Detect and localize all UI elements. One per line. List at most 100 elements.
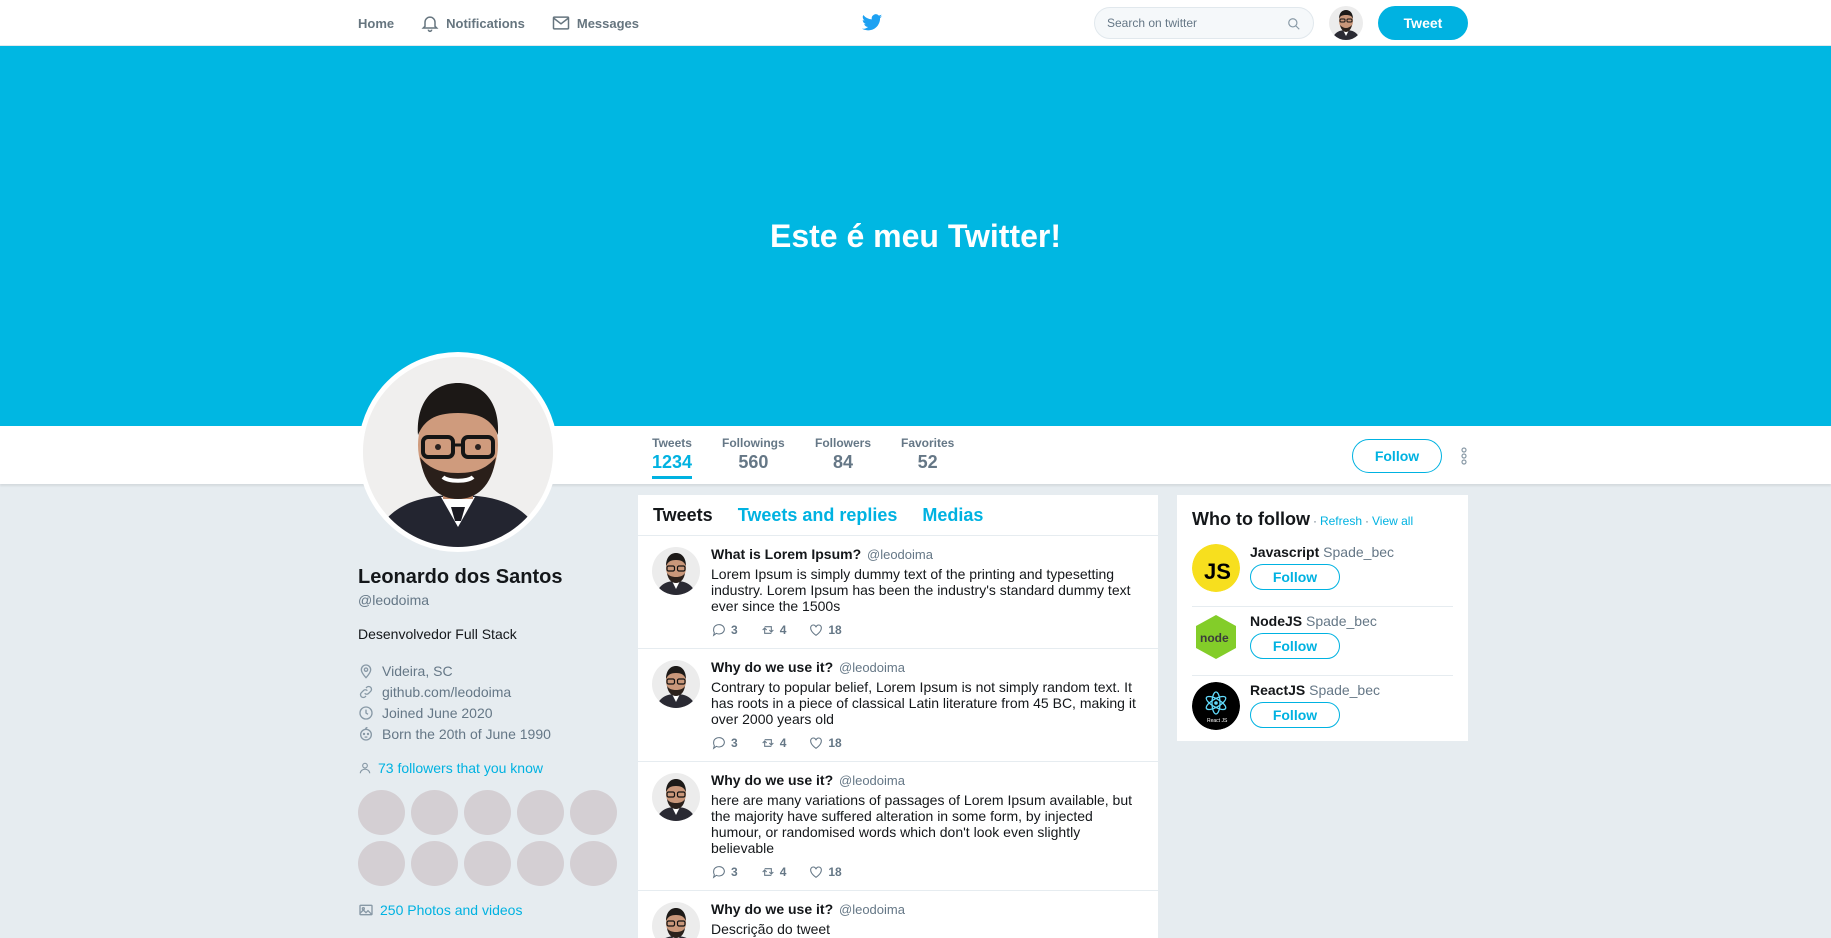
suggestion-follow-button[interactable]: Follow bbox=[1250, 633, 1340, 659]
tweet-user[interactable]: @leodoima bbox=[867, 547, 933, 562]
tweet-avatar[interactable] bbox=[652, 773, 700, 821]
who-to-follow-list: JS Javascript Spade_bec Follow node Node… bbox=[1192, 538, 1453, 745]
stat-followings[interactable]: Followings 560 bbox=[722, 436, 785, 473]
like-button[interactable]: 18 bbox=[808, 622, 842, 638]
follower-avatar[interactable] bbox=[517, 841, 564, 886]
photos-and-videos-link[interactable]: 250 Photos and videos bbox=[358, 902, 618, 918]
nav-avatar[interactable] bbox=[1329, 6, 1363, 40]
javascript-logo-icon[interactable]: JS bbox=[1192, 544, 1240, 592]
profile-joined: Joined June 2020 bbox=[358, 702, 618, 723]
tweet-item[interactable]: Why do we use it? @leodoima here are many… bbox=[638, 762, 1158, 891]
like-button[interactable]: 18 bbox=[808, 735, 842, 751]
tweet-header: What is Lorem Ipsum? @leodoima bbox=[711, 546, 1143, 562]
tweet-user[interactable]: @leodoima bbox=[839, 660, 905, 675]
follower-avatar[interactable] bbox=[358, 841, 405, 886]
tweet-avatar-photo bbox=[652, 547, 700, 595]
suggestion-user: Spade_bec bbox=[1309, 682, 1380, 698]
follower-avatar[interactable] bbox=[358, 790, 405, 835]
reply-button[interactable]: 3 bbox=[711, 864, 738, 880]
search-icon[interactable] bbox=[1287, 17, 1301, 31]
tweet-title: Why do we use it? bbox=[711, 659, 834, 675]
retweet-button[interactable]: 4 bbox=[760, 735, 787, 751]
reply-icon bbox=[712, 737, 725, 750]
follower-avatar[interactable] bbox=[464, 841, 511, 886]
refresh-link[interactable]: Refresh bbox=[1320, 514, 1362, 528]
reply-button[interactable]: 3 bbox=[711, 735, 738, 751]
follow-button[interactable]: Follow bbox=[1352, 439, 1442, 473]
tweet-avatar[interactable] bbox=[652, 547, 700, 595]
profile-info: Leonardo dos Santos @leodoima Desenvolve… bbox=[358, 566, 618, 918]
tweet-user[interactable]: @leodoima bbox=[839, 902, 905, 917]
tweet-text: here are many variations of passages of … bbox=[711, 792, 1133, 856]
tweet-header: Why do we use it? @leodoima bbox=[711, 772, 1143, 788]
nodejs-logo-icon[interactable]: node bbox=[1192, 613, 1240, 661]
retweet-count: 4 bbox=[779, 623, 787, 637]
profile-photo bbox=[363, 357, 553, 547]
retweet-button[interactable]: 4 bbox=[760, 864, 786, 880]
like-count: 18 bbox=[828, 865, 842, 879]
tab-medias[interactable]: Medias bbox=[922, 505, 983, 526]
reply-icon bbox=[712, 866, 725, 879]
stat-favorites[interactable]: Favorites 52 bbox=[901, 436, 954, 473]
followers-you-know-text: 73 followers that you know bbox=[378, 760, 543, 776]
like-button[interactable]: 18 bbox=[808, 864, 842, 880]
tab-tweets[interactable]: Tweets bbox=[653, 505, 713, 526]
suggestion-javascript: JS Javascript Spade_bec Follow bbox=[1192, 538, 1453, 607]
nav-home[interactable]: Home bbox=[358, 16, 394, 31]
suggestion-title[interactable]: Javascript bbox=[1250, 544, 1319, 560]
stat-tweets[interactable]: Tweets 1234 bbox=[652, 436, 693, 479]
top-navbar: Home Notifications Messages Tweet bbox=[0, 0, 1831, 46]
follower-avatar[interactable] bbox=[570, 841, 617, 886]
stat-followings-value: 560 bbox=[738, 452, 769, 472]
tweet-item[interactable]: Why do we use it? @leodoima Descrição do … bbox=[638, 891, 1158, 938]
profile-website-text: github.com/leodoima bbox=[382, 683, 512, 700]
envelope-icon bbox=[552, 16, 570, 30]
nav-messages[interactable]: Messages bbox=[551, 13, 639, 33]
retweet-count: 4 bbox=[779, 736, 787, 750]
nodejs-logo-text: node bbox=[1200, 631, 1229, 645]
reply-button[interactable]: 3 bbox=[711, 622, 738, 638]
retweet-button[interactable]: 4 bbox=[760, 622, 787, 638]
follower-avatar[interactable] bbox=[411, 790, 458, 835]
heart-icon bbox=[810, 737, 823, 749]
photos-and-videos-text: 250 Photos and videos bbox=[380, 902, 523, 918]
nav-notifications[interactable]: Notifications bbox=[420, 13, 525, 33]
nav-messages-label: Messages bbox=[576, 15, 640, 31]
reply-icon bbox=[712, 624, 725, 637]
tweet-button[interactable]: Tweet bbox=[1378, 6, 1468, 40]
tweet-item[interactable]: What is Lorem Ipsum? @leodoima Lorem Ipsu… bbox=[638, 536, 1158, 649]
view-all-link[interactable]: View all bbox=[1372, 514, 1413, 528]
suggestion-title[interactable]: NodeJS bbox=[1250, 613, 1302, 629]
profile-avatar[interactable] bbox=[358, 352, 558, 552]
follower-avatar[interactable] bbox=[570, 790, 617, 835]
react-logo-icon[interactable]: React JS bbox=[1192, 682, 1240, 730]
stat-followers[interactable]: Followers 84 bbox=[815, 436, 871, 473]
tweet-user[interactable]: @leodoima bbox=[839, 773, 905, 788]
tweet-avatar[interactable] bbox=[652, 660, 700, 708]
who-to-follow-panel: Who to follow · Refresh · View all JS Ja… bbox=[1177, 495, 1468, 741]
profile-website[interactable]: github.com/leodoima bbox=[358, 681, 618, 702]
twitter-bird-icon[interactable] bbox=[861, 12, 883, 34]
tweet-actions: 3 4 18 bbox=[711, 622, 1143, 638]
tab-tweets-and-replies[interactable]: Tweets and replies bbox=[738, 505, 898, 526]
search-input[interactable] bbox=[1107, 16, 1277, 30]
image-icon bbox=[359, 904, 373, 916]
tweet-avatar[interactable] bbox=[652, 902, 700, 938]
who-to-follow-title: Who to follow bbox=[1192, 509, 1310, 529]
stat-tweets-label: Tweets bbox=[652, 436, 692, 450]
tweet-item[interactable]: Why do we use it? @leodoima Contrary to p… bbox=[638, 649, 1158, 762]
profile-born: Born the 20th of June 1990 bbox=[358, 723, 618, 744]
profile-location: Videira, SC bbox=[358, 660, 618, 681]
follower-avatar[interactable] bbox=[517, 790, 564, 835]
user-icon bbox=[359, 762, 371, 774]
follower-avatar[interactable] bbox=[464, 790, 511, 835]
suggestion-follow-button[interactable]: Follow bbox=[1250, 564, 1340, 590]
more-options-icon[interactable] bbox=[1459, 446, 1469, 466]
tweet-avatar-photo bbox=[652, 660, 700, 708]
suggestion-title[interactable]: ReactJS bbox=[1250, 682, 1305, 698]
follower-avatar[interactable] bbox=[411, 841, 458, 886]
suggestion-follow-button[interactable]: Follow bbox=[1250, 702, 1340, 728]
followers-you-know-link[interactable]: 73 followers that you know bbox=[358, 760, 618, 776]
tweet-header: Why do we use it? @leodoima bbox=[711, 659, 1143, 675]
nav-notifications-label: Notifications bbox=[446, 15, 525, 31]
